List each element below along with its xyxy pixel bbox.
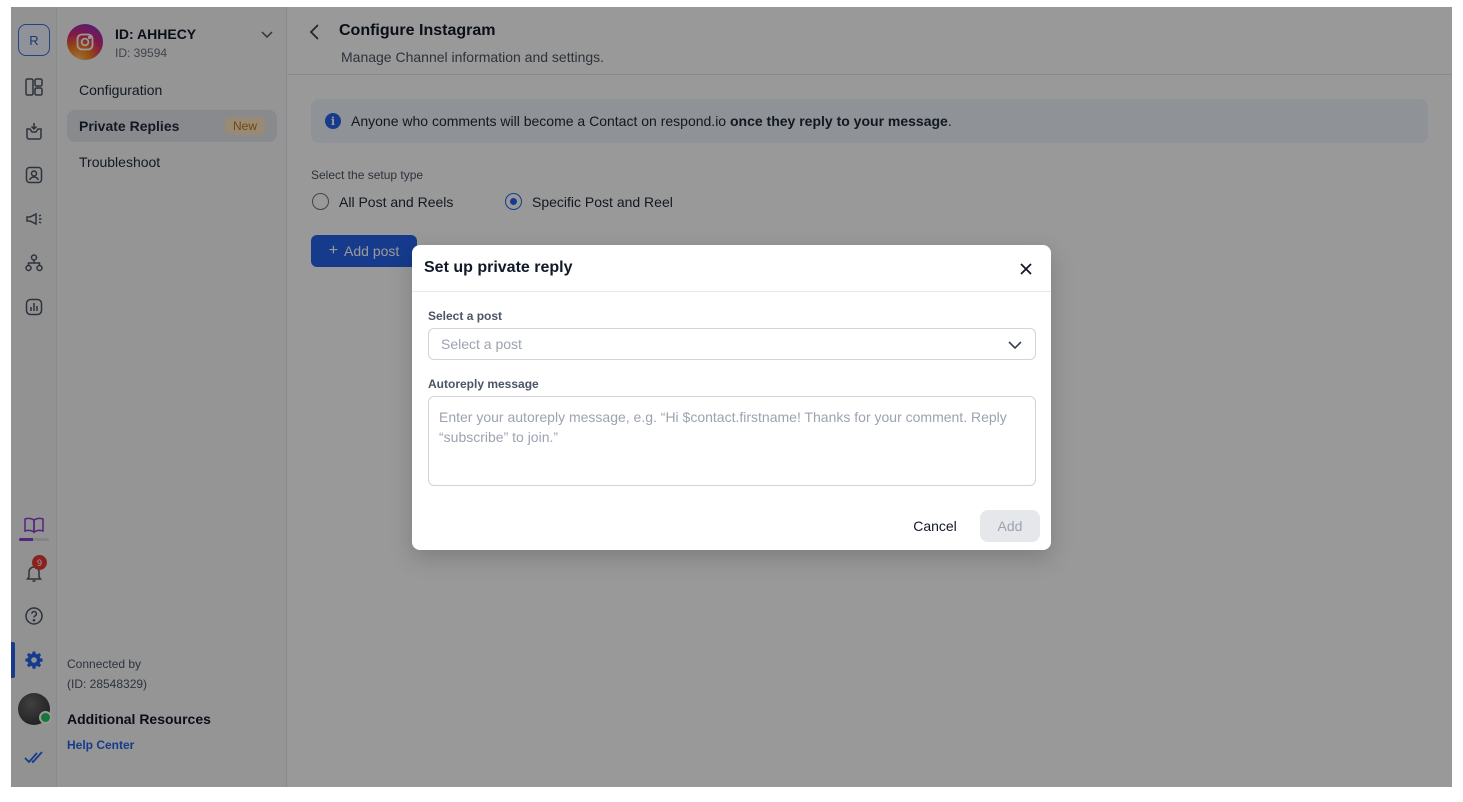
chevron-down-icon xyxy=(1007,337,1023,356)
modal-title: Set up private reply xyxy=(424,259,573,276)
cancel-button[interactable]: Cancel xyxy=(900,510,970,542)
select-post-placeholder: Select a post xyxy=(441,336,522,352)
select-post-dropdown[interactable]: Select a post xyxy=(428,328,1036,360)
add-button[interactable]: Add xyxy=(980,510,1040,542)
autoreply-placeholder: Enter your autoreply message, e.g. “Hi $… xyxy=(439,409,1007,445)
app-window: R 9 ID: AHHECY ID: 39594 Configuration P… xyxy=(11,7,1452,787)
autoreply-message-textarea[interactable]: Enter your autoreply message, e.g. “Hi $… xyxy=(428,396,1036,486)
close-icon[interactable] xyxy=(1017,260,1035,278)
select-post-label: Select a post xyxy=(428,309,503,323)
autoreply-message-label: Autoreply message xyxy=(428,377,539,391)
modal-header: Set up private reply xyxy=(412,245,1051,292)
private-reply-modal: Set up private reply Select a post Selec… xyxy=(412,245,1051,550)
